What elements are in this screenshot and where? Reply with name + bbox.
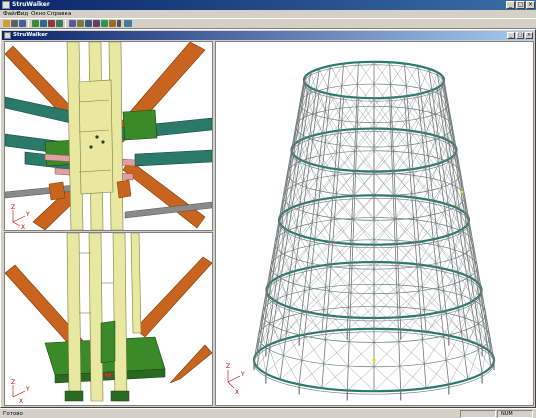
- app-title-bar[interactable]: StruWalker _ □ ×: [0, 0, 536, 10]
- menu-file[interactable]: Файл: [3, 11, 18, 17]
- status-panel-empty: [460, 410, 496, 418]
- viewport-right[interactable]: Y Z X: [215, 41, 534, 406]
- child-window-icon[interactable]: [4, 32, 11, 39]
- toolbar-separator: [65, 20, 66, 28]
- axis-x-label: X: [21, 224, 25, 230]
- measure-icon[interactable]: [124, 20, 132, 27]
- child-close-button[interactable]: ×: [525, 32, 533, 39]
- joint-closeup-render: Y Z X: [5, 42, 212, 230]
- select-icon[interactable]: [32, 20, 39, 27]
- viewport-bottom-left[interactable]: Y Z X: [4, 232, 213, 406]
- axis-y-label: Y: [25, 211, 30, 218]
- rotate-icon[interactable]: [48, 20, 55, 27]
- tower-render: Y Z X: [216, 42, 533, 405]
- viewport-top-left[interactable]: Y Z X: [4, 41, 213, 231]
- menu-help[interactable]: Справка: [47, 11, 71, 17]
- open-icon[interactable]: [3, 20, 10, 27]
- print-icon[interactable]: [11, 20, 18, 27]
- settings-icon[interactable]: [109, 20, 116, 27]
- camera-icon[interactable]: [77, 20, 84, 27]
- status-text: Готово: [3, 411, 23, 417]
- num-indicator: NUM: [501, 411, 513, 417]
- app-icon[interactable]: [2, 1, 10, 9]
- minimize-button[interactable]: _: [506, 1, 515, 9]
- axis-z-label: Z: [11, 204, 15, 211]
- column-base-render: Y Z X: [5, 233, 212, 405]
- zoom-icon[interactable]: [40, 20, 47, 27]
- app-title: StruWalker: [12, 1, 50, 8]
- menu-view[interactable]: Вид: [17, 11, 28, 17]
- walk-icon[interactable]: [93, 20, 100, 27]
- child-minimize-button[interactable]: _: [507, 32, 515, 39]
- child-window-controls: _ □ ×: [506, 32, 533, 39]
- axis-x-label: X: [235, 389, 239, 396]
- axis-z-label: Z: [226, 363, 230, 370]
- pan-icon[interactable]: [85, 20, 92, 27]
- axis-z-label: Z: [11, 379, 15, 386]
- status-bar: Готово NUM: [0, 408, 536, 418]
- menu-bar: Файл Вид Окно Справка: [0, 10, 536, 18]
- axis-y-label: Y: [25, 386, 30, 393]
- status-panel-num: NUM: [497, 410, 533, 418]
- axis-x-label: X: [19, 398, 23, 405]
- refresh-icon[interactable]: [56, 20, 63, 27]
- mdi-area: StruWalker _ □ × Y Z X Y Z X Y Z X: [0, 29, 536, 408]
- toolbar-separator: [28, 20, 29, 28]
- child-title-bar[interactable]: StruWalker _ □ ×: [2, 31, 534, 40]
- close-button[interactable]: ×: [526, 1, 535, 9]
- dropdown-icon[interactable]: [117, 20, 121, 27]
- child-window-title: StruWalker: [13, 32, 48, 38]
- window-controls: _ □ ×: [505, 1, 535, 9]
- save-icon[interactable]: [19, 20, 26, 27]
- maximize-button[interactable]: □: [516, 1, 525, 9]
- child-window: StruWalker _ □ × Y Z X Y Z X Y Z X: [0, 29, 536, 408]
- child-maximize-button[interactable]: □: [516, 32, 524, 39]
- toolbar: [0, 18, 536, 29]
- menu-window[interactable]: Окно: [31, 11, 46, 17]
- axis-y-label: Y: [240, 371, 245, 378]
- light-icon[interactable]: [101, 20, 108, 27]
- view-icon[interactable]: [69, 20, 76, 27]
